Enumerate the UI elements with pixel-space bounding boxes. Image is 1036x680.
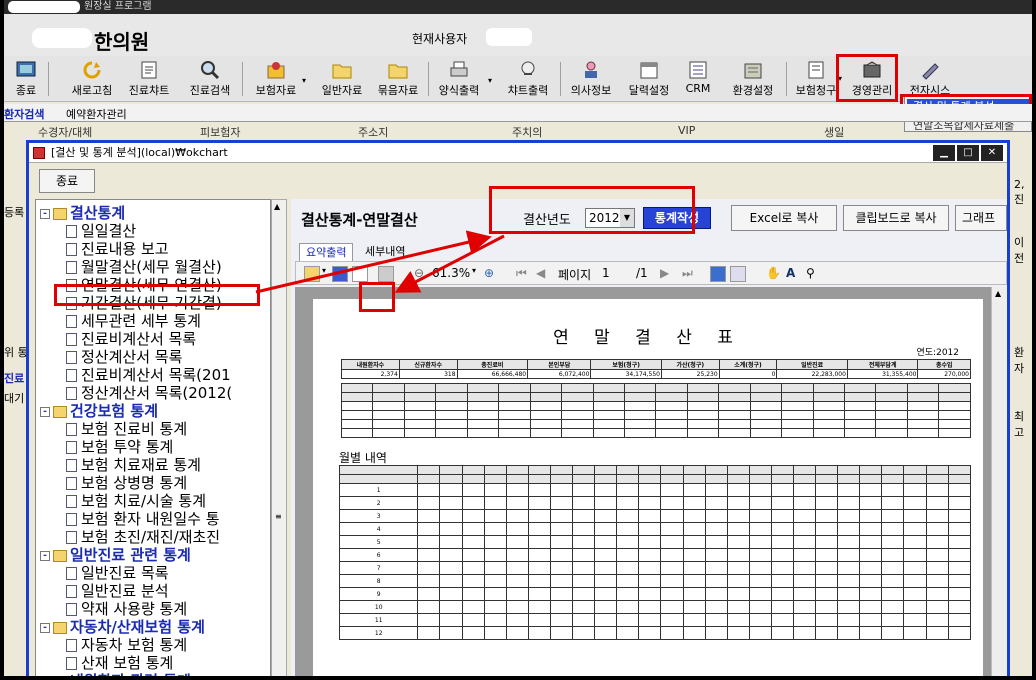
annotation-arrows — [255, 230, 505, 294]
desktop-screen: 원장실 프로그램 한의원 현재사용자 종료 새로고침 진료챠트 진료검색 보험자… — [4, 0, 1032, 676]
